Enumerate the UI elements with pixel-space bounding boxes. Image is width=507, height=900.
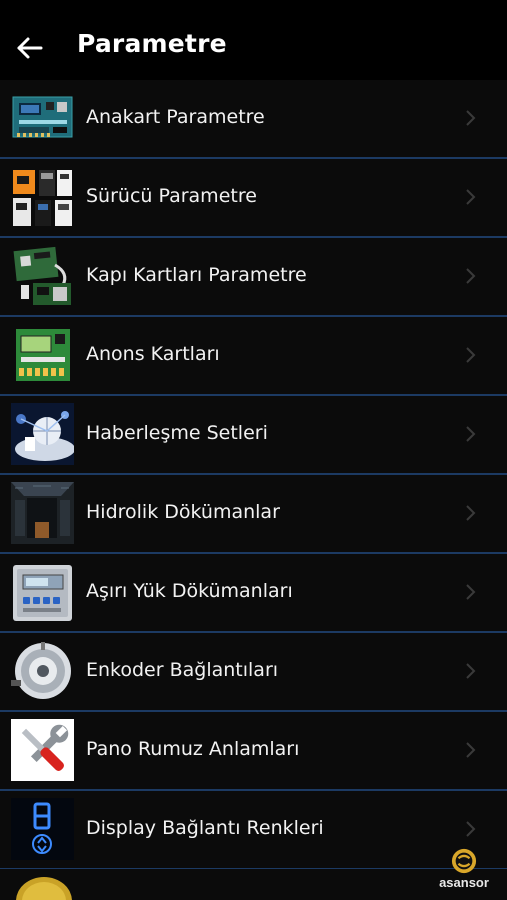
list-item[interactable]: Enkoder Bağlantıları (0, 633, 507, 712)
app: Parametre Anakart Parametre Sürücü Param… (0, 0, 507, 900)
brand-text: asansor (439, 875, 489, 890)
door-card-icon (11, 245, 74, 307)
list-item[interactable]: Anakart Parametre (0, 80, 507, 159)
overload-icon (11, 561, 74, 623)
list-item-label: Sürücü Parametre (86, 185, 257, 207)
list-item-label: Enkoder Bağlantıları (86, 659, 279, 681)
list-item[interactable]: Hidrolik Dökümanlar (0, 475, 507, 554)
list-item-label: Aşırı Yük Dökümanları (86, 580, 293, 602)
list-item[interactable]: Anons Kartları (0, 317, 507, 396)
arrow-left-icon (17, 37, 43, 59)
chevron-right-icon (466, 821, 476, 837)
list-item-label: Kapı Kartları Parametre (86, 264, 307, 286)
list-item-label: Anakart Parametre (86, 106, 265, 128)
list-item-label: Display Bağlantı Renkleri (86, 817, 324, 839)
chevron-right-icon (466, 268, 476, 284)
list-item[interactable]: Pano Rumuz Anlamları (0, 712, 507, 791)
list-item[interactable]: Haberleşme Setleri (0, 396, 507, 475)
list-item[interactable]: Aşırı Yük Dökümanları (0, 554, 507, 633)
hydraulic-icon (11, 482, 74, 544)
chevron-right-icon (466, 742, 476, 758)
chevron-right-icon (466, 505, 476, 521)
list-item-label: Hidrolik Dökümanlar (86, 501, 280, 523)
chevron-right-icon (466, 110, 476, 126)
app-header: Parametre (0, 0, 507, 88)
brand-logo: asansor (427, 848, 501, 890)
chevron-right-icon (466, 584, 476, 600)
chevron-right-icon (466, 347, 476, 363)
chevron-right-icon (466, 663, 476, 679)
list-item[interactable]: Kapı Kartları Parametre (0, 238, 507, 317)
drive-icon (11, 166, 74, 228)
chevron-right-icon (466, 426, 476, 442)
announce-card-icon (11, 324, 74, 386)
page-title: Parametre (77, 29, 227, 58)
encoder-icon (11, 640, 74, 702)
mainboard-icon (11, 87, 74, 149)
chevron-right-icon (466, 189, 476, 205)
list-item-label: Pano Rumuz Anlamları (86, 738, 300, 760)
menu-list: Anakart Parametre Sürücü Parametre Kapı … (0, 80, 507, 870)
list-item-label: Haberleşme Setleri (86, 422, 268, 444)
back-button[interactable] (10, 28, 50, 68)
asansor-logo-icon (451, 848, 477, 874)
list-item[interactable]: Sürücü Parametre (0, 159, 507, 238)
list-item-label: Anons Kartları (86, 343, 220, 365)
coin-icon (16, 877, 72, 900)
communication-icon (11, 403, 74, 465)
tools-icon (11, 719, 74, 781)
display-icon (11, 798, 74, 860)
